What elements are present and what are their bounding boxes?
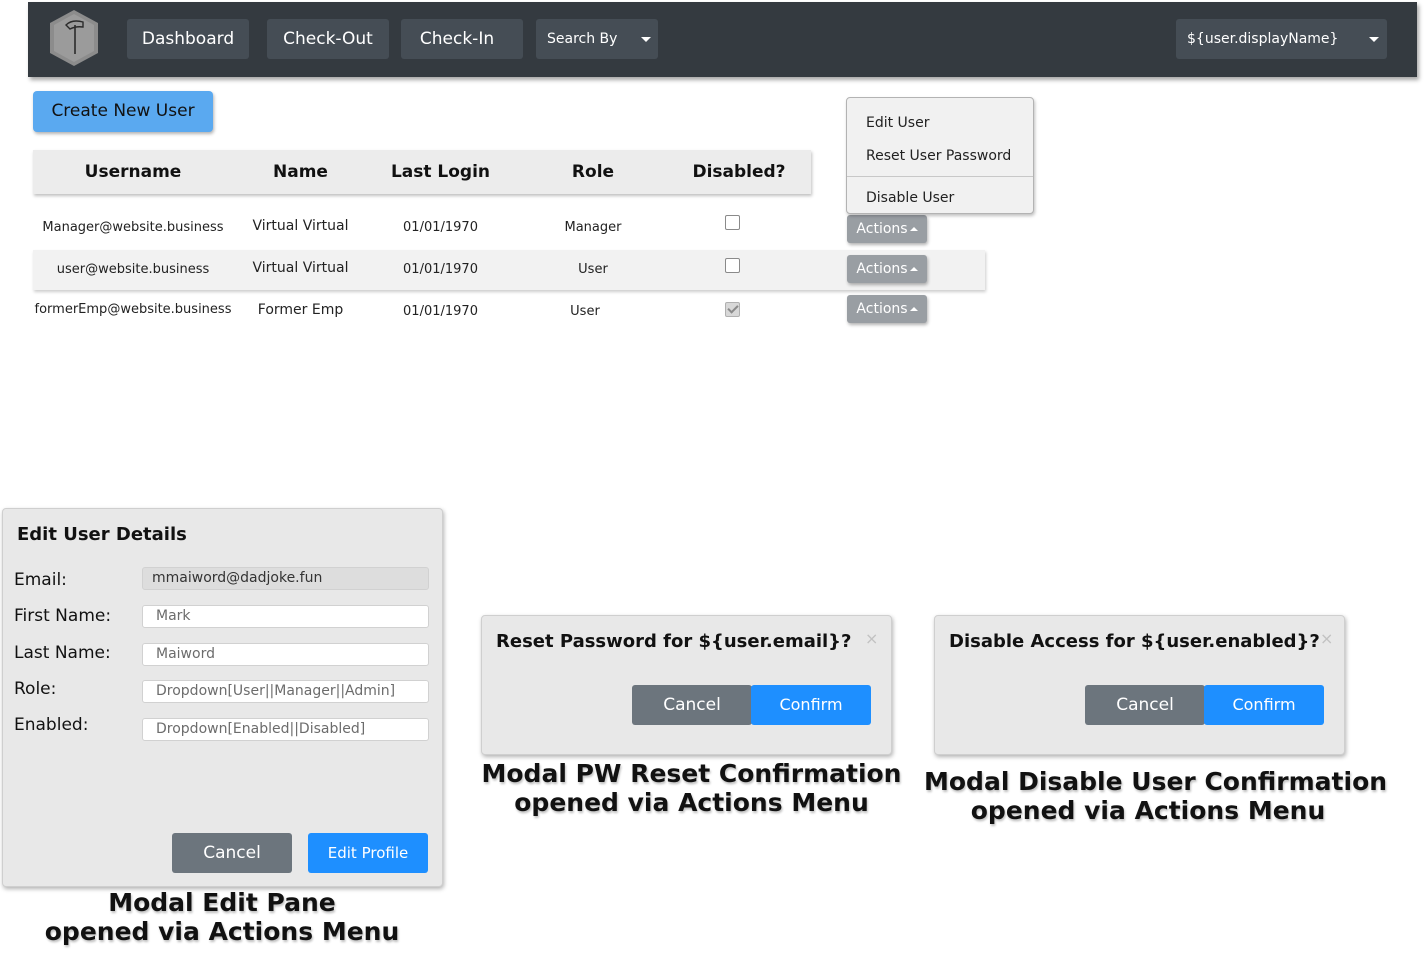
disable-modal-caption: Modal Disable User Confirmation opened v…	[924, 767, 1388, 825]
cell-role: User	[570, 304, 600, 319]
close-icon[interactable]: ×	[1320, 629, 1333, 648]
reset-modal-caption: Modal PW Reset Confirmation opened via A…	[481, 759, 902, 817]
caption-line: opened via Actions Menu	[44, 917, 400, 946]
caption-line: Modal Edit Pane	[108, 888, 336, 917]
nav-checkout-button[interactable]: Check-Out	[267, 19, 389, 59]
table-row: user@website.business Virtual Virtual 01…	[33, 250, 985, 290]
last-name-label: Last Name:	[14, 643, 111, 663]
reset-password-modal: Reset Password for ${user.email}? × Canc…	[481, 615, 892, 755]
confirm-button[interactable]: Confirm	[1204, 685, 1324, 725]
disabled-checkbox[interactable]	[725, 258, 740, 273]
table-row: Manager@website.business Virtual Virtual…	[33, 208, 793, 248]
column-header-role[interactable]: Role	[513, 150, 673, 194]
caption-line: Modal Disable User Confirmation	[924, 767, 1388, 796]
chevron-down-icon	[641, 37, 651, 42]
cell-last-login: 01/01/1970	[403, 262, 478, 277]
actions-label: Actions	[856, 221, 908, 237]
column-header-username[interactable]: Username	[33, 150, 233, 194]
caret-up-icon	[909, 307, 918, 311]
actions-label: Actions	[856, 261, 908, 277]
cell-role: User	[578, 262, 608, 277]
confirm-button[interactable]: Confirm	[751, 685, 871, 725]
hammer-hexagon-icon[interactable]	[48, 8, 100, 68]
caption-line: Modal PW Reset Confirmation	[481, 759, 902, 788]
column-header-last-login[interactable]: Last Login	[368, 150, 513, 194]
cell-name: Former Emp	[257, 302, 344, 318]
email-field[interactable]: mmaiword@dadjoke.fun	[142, 567, 429, 590]
menu-divider	[847, 176, 1033, 177]
caret-up-icon	[909, 227, 918, 231]
first-name-label: First Name:	[14, 606, 112, 626]
cancel-button[interactable]: Cancel	[632, 685, 752, 725]
last-name-field[interactable]: Maiword	[142, 643, 429, 666]
caption-line: opened via Actions Menu	[514, 788, 869, 817]
user-display-name: ${user.displayName}	[1187, 31, 1339, 47]
edit-profile-button[interactable]: Edit Profile	[308, 833, 428, 873]
top-navbar: Dashboard Check-Out Check-In Search By $…	[28, 2, 1417, 77]
search-by-label: Search By	[547, 31, 618, 47]
actions-menu-button[interactable]: Actions	[847, 295, 927, 323]
close-icon[interactable]: ×	[865, 629, 878, 648]
user-menu-dropdown[interactable]: ${user.displayName}	[1176, 19, 1387, 59]
caption-line: opened via Actions Menu	[970, 796, 1326, 825]
cell-username: formerEmp@website.business	[34, 302, 232, 317]
modal-title: Edit User Details	[17, 524, 187, 545]
create-new-user-button[interactable]: Create New User	[33, 91, 213, 132]
enabled-label: Enabled:	[14, 715, 89, 735]
email-label: Email:	[14, 570, 67, 590]
caret-up-icon	[909, 267, 918, 271]
cancel-button[interactable]: Cancel	[172, 833, 292, 873]
actions-menu-button[interactable]: Actions	[847, 215, 927, 243]
modal-title: Disable Access for ${user.enabled}?	[949, 631, 1320, 652]
cell-username: Manager@website.business	[42, 220, 224, 235]
cell-last-login: 01/01/1970	[403, 304, 478, 319]
role-label: Role:	[14, 679, 57, 699]
menu-item-reset-password[interactable]: Reset User Password	[866, 148, 1011, 164]
cell-role: Manager	[564, 220, 622, 235]
nav-dashboard-button[interactable]: Dashboard	[127, 19, 249, 59]
menu-item-edit-user[interactable]: Edit User	[866, 115, 929, 131]
actions-menu-button[interactable]: Actions	[847, 255, 927, 283]
chevron-down-icon	[1369, 37, 1379, 42]
cell-username: user@website.business	[56, 262, 210, 277]
enabled-select[interactable]: Dropdown[Enabled||Disabled]	[142, 718, 429, 741]
disabled-checkbox[interactable]	[725, 302, 740, 317]
cancel-button[interactable]: Cancel	[1085, 685, 1205, 725]
column-header-disabled[interactable]: Disabled?	[673, 150, 805, 194]
search-by-dropdown[interactable]: Search By	[536, 19, 658, 59]
disabled-checkbox[interactable]	[725, 215, 740, 230]
first-name-field[interactable]: Mark	[142, 605, 429, 628]
actions-dropdown-menu: Edit User Reset User Password Disable Us…	[846, 97, 1034, 214]
column-header-name[interactable]: Name	[233, 150, 368, 194]
role-select[interactable]: Dropdown[User||Manager||Admin]	[142, 680, 429, 703]
cell-name: Virtual Virtual	[252, 218, 349, 234]
modal-title: Reset Password for ${user.email}?	[496, 631, 852, 652]
edit-user-modal: Edit User Details Email: mmaiword@dadjok…	[2, 508, 443, 887]
edit-modal-caption: Modal Edit Pane opened via Actions Menu	[22, 888, 422, 946]
menu-item-disable-user[interactable]: Disable User	[866, 190, 954, 206]
nav-checkin-button[interactable]: Check-In	[401, 19, 523, 59]
table-row: formerEmp@website.business Former Emp 01…	[33, 292, 793, 332]
table-header: Username Name Last Login Role Disabled?	[33, 150, 811, 194]
cell-last-login: 01/01/1970	[403, 220, 478, 235]
actions-label: Actions	[856, 301, 908, 317]
cell-name: Virtual Virtual	[252, 260, 349, 276]
disable-user-modal: Disable Access for ${user.enabled}? × Ca…	[934, 615, 1345, 755]
